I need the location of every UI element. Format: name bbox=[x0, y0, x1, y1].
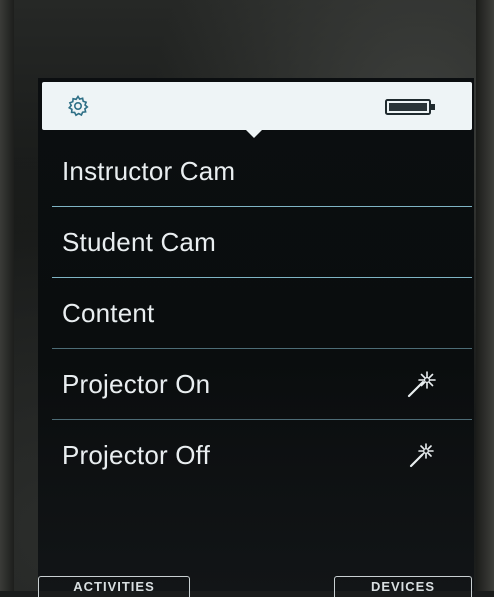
device-bezel-right bbox=[476, 0, 494, 591]
menu-item-content[interactable]: Content bbox=[52, 278, 472, 349]
activities-button[interactable]: ACTIVITIES bbox=[38, 576, 190, 597]
gear-icon[interactable] bbox=[66, 94, 90, 118]
menu-item-instructor-cam[interactable]: Instructor Cam bbox=[52, 136, 472, 207]
menu-item-projector-off[interactable]: Projector Off bbox=[52, 420, 472, 490]
menu-item-label: Projector On bbox=[62, 368, 211, 399]
menu-item-label: Student Cam bbox=[62, 226, 216, 257]
menu-item-label: Projector Off bbox=[62, 439, 211, 470]
devices-button[interactable]: DEVICES bbox=[334, 576, 472, 597]
magic-wand-icon bbox=[409, 443, 434, 468]
device-bezel-left bbox=[0, 0, 14, 591]
menu-item-label: Instructor Cam bbox=[62, 155, 236, 186]
menu-item-label: Content bbox=[62, 297, 155, 328]
menu-item-projector-on[interactable]: Projector On bbox=[52, 349, 472, 420]
menu-item-student-cam[interactable]: Student Cam bbox=[52, 207, 472, 278]
magic-wand-icon bbox=[407, 371, 436, 398]
menu-list: Instructor Cam Student Cam Content Proje… bbox=[52, 136, 472, 490]
footer-bar: ACTIVITIES DEVICES bbox=[38, 576, 474, 597]
battery-icon bbox=[385, 99, 435, 115]
